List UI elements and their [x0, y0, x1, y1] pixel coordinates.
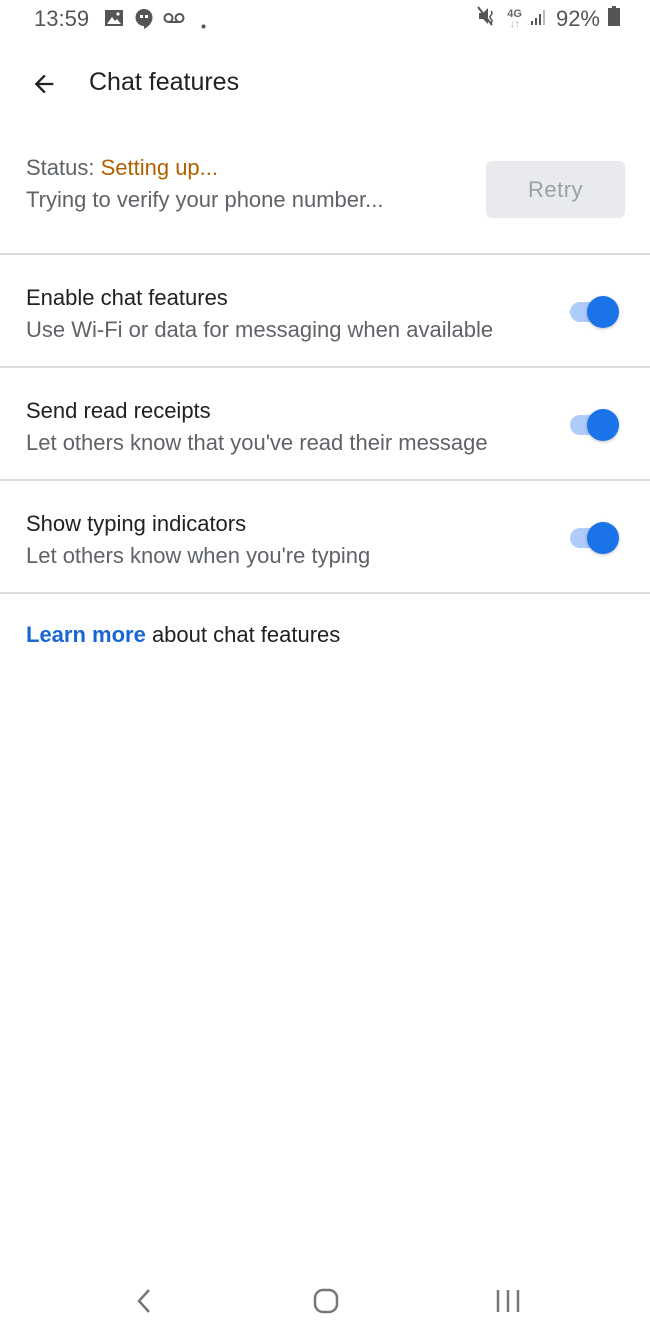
setting-subtitle: Let others know that you've read their m… [26, 430, 488, 455]
voicemail-icon [163, 11, 185, 29]
hangouts-icon [134, 8, 154, 35]
learn-more-link[interactable]: Learn more [26, 622, 146, 647]
setting-title: Show typing indicators [26, 511, 247, 536]
back-button[interactable] [24, 64, 64, 104]
divider [0, 592, 650, 594]
network-4g-icon: 4G ↓↑ [507, 7, 522, 30]
setting-title: Send read receipts [26, 398, 211, 423]
status-value: Setting up... [100, 155, 219, 180]
gallery-icon [104, 8, 124, 33]
nav-recents-button[interactable] [488, 1281, 528, 1321]
signal-icon [530, 6, 548, 32]
notification-dot-icon [201, 16, 206, 34]
status-line: Status: Setting up... [26, 155, 218, 181]
nav-home-icon [313, 1288, 339, 1314]
toggle-thumb [587, 409, 619, 441]
send-read-receipts-toggle[interactable] [570, 408, 622, 442]
battery-icon [608, 6, 620, 32]
battery-percent: 92% [555, 6, 600, 31]
learn-more-rest: about chat features [145, 622, 341, 647]
app-bar: Chat features [0, 50, 650, 116]
nav-back-button[interactable] [124, 1281, 164, 1321]
toggle-thumb [587, 296, 619, 328]
retry-button[interactable]: Retry [486, 161, 625, 218]
arrow-back-icon [34, 74, 54, 94]
setting-send-read-receipts[interactable]: Send read receipts Let others know that … [0, 368, 650, 480]
setting-subtitle: Let others know when you're typing [26, 543, 371, 568]
setting-enable-chat-features[interactable]: Enable chat features Use Wi-Fi or data f… [0, 255, 650, 367]
show-typing-indicators-toggle[interactable] [570, 521, 622, 555]
mute-icon [477, 6, 499, 32]
nav-recents-icon [496, 1290, 520, 1312]
setting-show-typing-indicators[interactable]: Show typing indicators Let others know w… [0, 481, 650, 593]
system-nav-bar [0, 1267, 650, 1337]
nav-back-icon [137, 1289, 150, 1313]
status-bar: 13:59 4G ↓↑ 92% [0, 0, 650, 40]
page-title: Chat features [89, 68, 240, 96]
setting-subtitle: Use Wi-Fi or data for messaging when ava… [26, 317, 494, 342]
learn-more-text: Learn more about chat features [26, 622, 340, 648]
nav-home-button[interactable] [306, 1281, 346, 1321]
status-subtitle: Trying to verify your phone number... [26, 187, 384, 212]
setting-title: Enable chat features [26, 285, 228, 310]
clock: 13:59 [34, 6, 90, 31]
enable-chat-features-toggle[interactable] [570, 295, 622, 329]
toggle-thumb [587, 522, 619, 554]
status-section: Status: Setting up... Trying to verify y… [0, 150, 650, 254]
status-label: Status: [26, 155, 101, 180]
